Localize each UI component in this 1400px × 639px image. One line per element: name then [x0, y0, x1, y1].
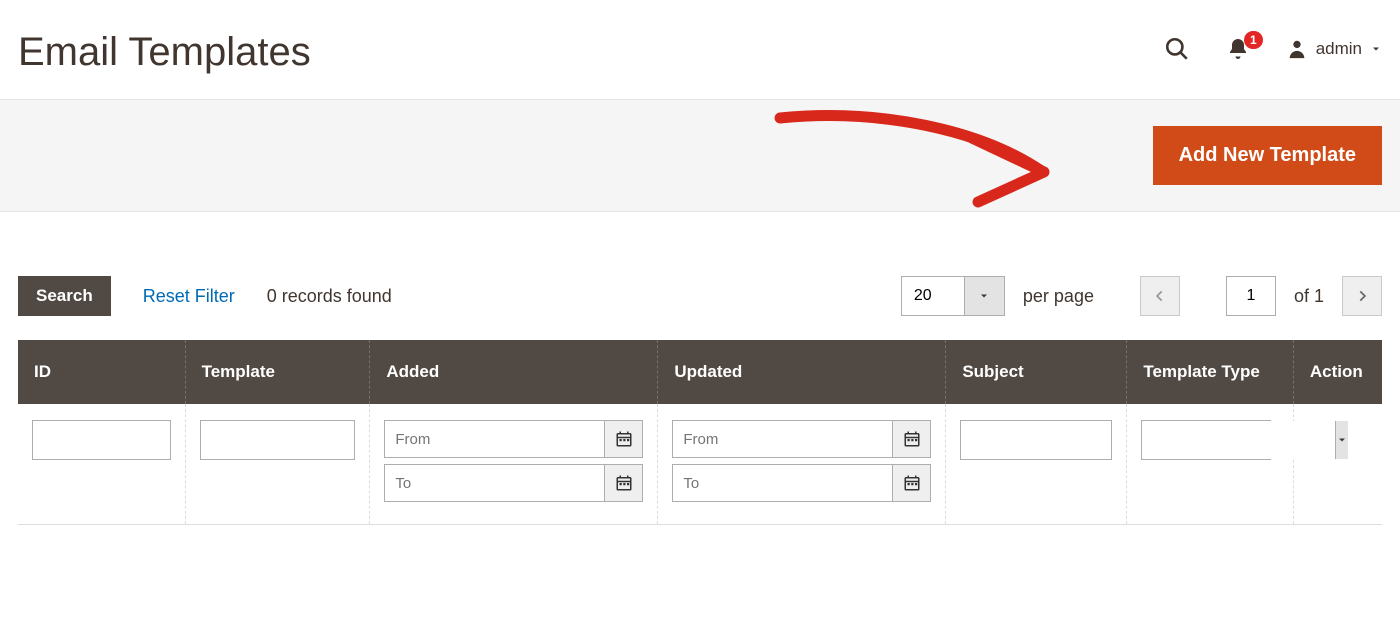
col-template[interactable]: Template: [185, 340, 370, 404]
calendar-icon[interactable]: [892, 465, 930, 501]
pager-next-button[interactable]: [1342, 276, 1382, 316]
col-template-type[interactable]: Template Type: [1127, 340, 1294, 404]
per-page-select[interactable]: [901, 276, 1005, 316]
pager-prev-button[interactable]: [1140, 276, 1180, 316]
filter-row: [18, 404, 1382, 525]
reset-filter-link[interactable]: Reset Filter: [143, 286, 235, 307]
page-input[interactable]: [1226, 276, 1276, 316]
filter-added-from[interactable]: [384, 420, 643, 458]
filter-subject-input[interactable]: [960, 420, 1112, 460]
filter-type-select[interactable]: [1141, 420, 1271, 460]
add-new-template-button[interactable]: Add New Template: [1153, 126, 1382, 185]
per-page-dropdown-icon[interactable]: [964, 277, 1004, 315]
calendar-icon[interactable]: [604, 465, 642, 501]
per-page-input[interactable]: [902, 277, 964, 315]
filter-id-input[interactable]: [32, 420, 171, 460]
filter-updated-to-input[interactable]: [673, 465, 892, 501]
filter-updated-from[interactable]: [672, 420, 931, 458]
filter-added-to[interactable]: [384, 464, 643, 502]
filter-added-from-input[interactable]: [385, 421, 604, 457]
page-title: Email Templates: [18, 30, 311, 75]
col-subject[interactable]: Subject: [946, 340, 1127, 404]
user-icon: [1286, 38, 1308, 60]
chevron-down-icon[interactable]: [1335, 421, 1348, 459]
records-found-label: 0 records found: [267, 286, 392, 307]
annotation-arrow: [760, 100, 1060, 220]
calendar-icon[interactable]: [604, 421, 642, 457]
filter-updated-from-input[interactable]: [673, 421, 892, 457]
filter-updated-to[interactable]: [672, 464, 931, 502]
chevron-down-icon: [1370, 43, 1382, 55]
notification-badge: 1: [1244, 31, 1263, 49]
col-added[interactable]: Added: [370, 340, 658, 404]
empty-row: [18, 525, 1382, 565]
search-icon[interactable]: [1164, 36, 1190, 62]
pager-of-label: of 1: [1294, 286, 1324, 307]
filter-added-to-input[interactable]: [385, 465, 604, 501]
filter-type-value[interactable]: [1142, 421, 1335, 459]
search-button[interactable]: Search: [18, 276, 111, 316]
user-menu[interactable]: admin: [1286, 38, 1382, 60]
per-page-label: per page: [1023, 286, 1094, 307]
calendar-icon[interactable]: [892, 421, 930, 457]
col-id[interactable]: ID: [18, 340, 185, 404]
templates-grid: ID Template Added Updated Subject Templa…: [18, 340, 1382, 565]
user-label: admin: [1316, 39, 1362, 59]
action-bar: Add New Template: [0, 99, 1400, 212]
col-action: Action: [1293, 340, 1382, 404]
notifications-icon[interactable]: 1: [1226, 37, 1250, 61]
filter-template-input[interactable]: [200, 420, 356, 460]
col-updated[interactable]: Updated: [658, 340, 946, 404]
